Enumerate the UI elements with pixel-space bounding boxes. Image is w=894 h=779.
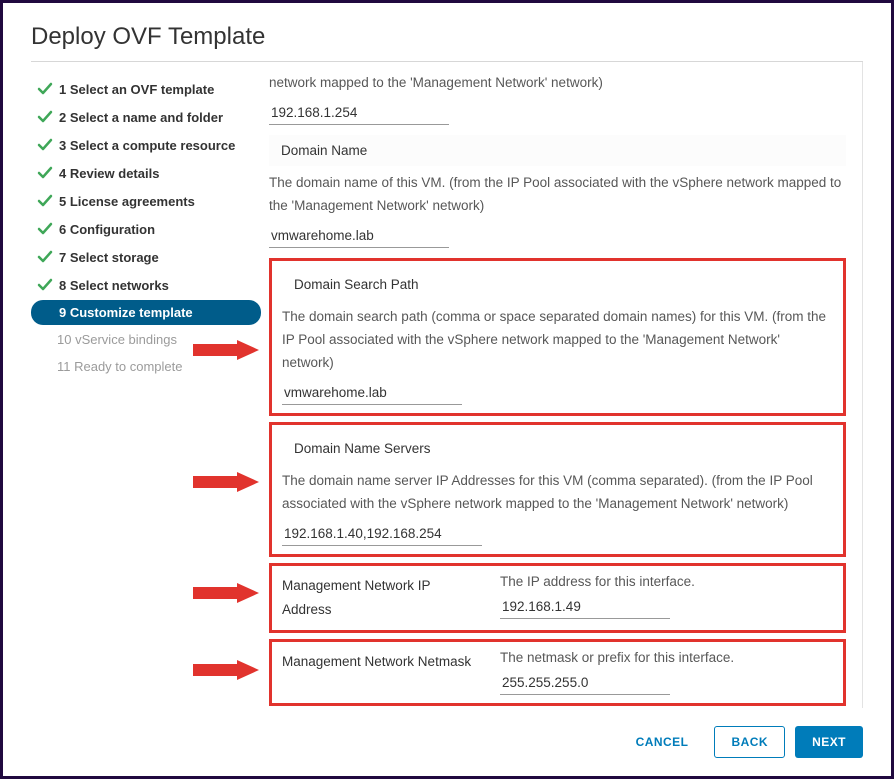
step-label: 1 Select an OVF template bbox=[59, 82, 214, 97]
mgmt-mask-input[interactable] bbox=[500, 671, 670, 695]
back-button[interactable]: BACK bbox=[714, 726, 785, 758]
domain-name-desc: The domain name of this VM. (from the IP… bbox=[269, 166, 846, 224]
search-path-label: Domain Search Path bbox=[282, 269, 833, 300]
scroll-area[interactable]: network mapped to the 'Management Networ… bbox=[261, 62, 862, 708]
search-path-desc: The domain search path (comma or space s… bbox=[282, 300, 833, 381]
dialog-body: 1 Select an OVF template 2 Select a name … bbox=[31, 62, 863, 708]
wizard-step-7[interactable]: 7 Select storage bbox=[31, 244, 261, 270]
check-icon bbox=[37, 81, 53, 97]
dialog-footer: CANCEL BACK NEXT bbox=[31, 708, 863, 758]
step-label: 6 Configuration bbox=[59, 222, 155, 237]
wizard-step-3[interactable]: 3 Select a compute resource bbox=[31, 132, 261, 158]
step-label: 9 Customize template bbox=[59, 305, 193, 320]
annotation-arrow-icon bbox=[193, 340, 259, 360]
domain-search-path-highlight: Domain Search Path The domain search pat… bbox=[269, 258, 846, 416]
check-icon bbox=[37, 221, 53, 237]
check-icon bbox=[37, 277, 53, 293]
annotation-arrow-icon bbox=[193, 660, 259, 680]
search-path-input[interactable] bbox=[282, 381, 462, 405]
wizard-steps: 1 Select an OVF template 2 Select a name … bbox=[31, 62, 261, 708]
mgmt-ip-label: Management Network IP Address bbox=[282, 574, 482, 623]
check-icon bbox=[37, 165, 53, 181]
check-icon bbox=[37, 193, 53, 209]
step-label: 8 Select networks bbox=[59, 278, 169, 293]
content-pane: network mapped to the 'Management Networ… bbox=[261, 62, 863, 708]
mgmt-mask-highlight: Management Network Netmask The netmask o… bbox=[269, 639, 846, 706]
step-label: 10 vService bindings bbox=[57, 332, 177, 347]
mgmt-ip-input[interactable] bbox=[500, 595, 670, 619]
step-label: 11 Ready to complete bbox=[57, 359, 183, 374]
dialog-title: Deploy OVF Template bbox=[31, 23, 863, 62]
dns-desc: The domain name server IP Addresses for … bbox=[282, 464, 833, 522]
wizard-step-4[interactable]: 4 Review details bbox=[31, 160, 261, 186]
cancel-button[interactable]: CANCEL bbox=[620, 727, 705, 757]
step-label: 5 License agreements bbox=[59, 194, 195, 209]
annotation-arrow-icon bbox=[193, 583, 259, 603]
next-button[interactable]: NEXT bbox=[795, 726, 863, 758]
wizard-step-9[interactable]: 9 Customize template bbox=[31, 300, 261, 325]
check-icon bbox=[37, 109, 53, 125]
wizard-step-1[interactable]: 1 Select an OVF template bbox=[31, 76, 261, 102]
dns-label: Domain Name Servers bbox=[282, 433, 833, 464]
step-label: 7 Select storage bbox=[59, 250, 159, 265]
domain-name-label: Domain Name bbox=[269, 135, 846, 166]
dns-input[interactable] bbox=[282, 522, 482, 546]
gateway-input[interactable] bbox=[269, 101, 449, 125]
ovf-deploy-dialog: Deploy OVF Template 1 Select an OVF temp… bbox=[3, 3, 891, 776]
gateway-desc: network mapped to the 'Management Networ… bbox=[269, 66, 846, 101]
domain-name-block: Domain Name The domain name of this VM. … bbox=[269, 135, 846, 248]
gateway-field-block: network mapped to the 'Management Networ… bbox=[269, 66, 846, 125]
wizard-step-2[interactable]: 2 Select a name and folder bbox=[31, 104, 261, 130]
step-label: 2 Select a name and folder bbox=[59, 110, 223, 125]
dns-highlight: Domain Name Servers The domain name serv… bbox=[269, 422, 846, 557]
mgmt-ip-desc: The IP address for this interface. bbox=[500, 574, 833, 589]
step-label: 4 Review details bbox=[59, 166, 159, 181]
mgmt-mask-desc: The netmask or prefix for this interface… bbox=[500, 650, 833, 665]
step-label: 3 Select a compute resource bbox=[59, 138, 235, 153]
check-icon bbox=[37, 137, 53, 153]
wizard-step-6[interactable]: 6 Configuration bbox=[31, 216, 261, 242]
check-icon bbox=[37, 249, 53, 265]
mgmt-ip-highlight: Management Network IP Address The IP add… bbox=[269, 563, 846, 634]
domain-name-input[interactable] bbox=[269, 224, 449, 248]
wizard-step-5[interactable]: 5 License agreements bbox=[31, 188, 261, 214]
annotation-arrow-icon bbox=[193, 472, 259, 492]
wizard-step-8[interactable]: 8 Select networks bbox=[31, 272, 261, 298]
mgmt-mask-label: Management Network Netmask bbox=[282, 650, 482, 695]
